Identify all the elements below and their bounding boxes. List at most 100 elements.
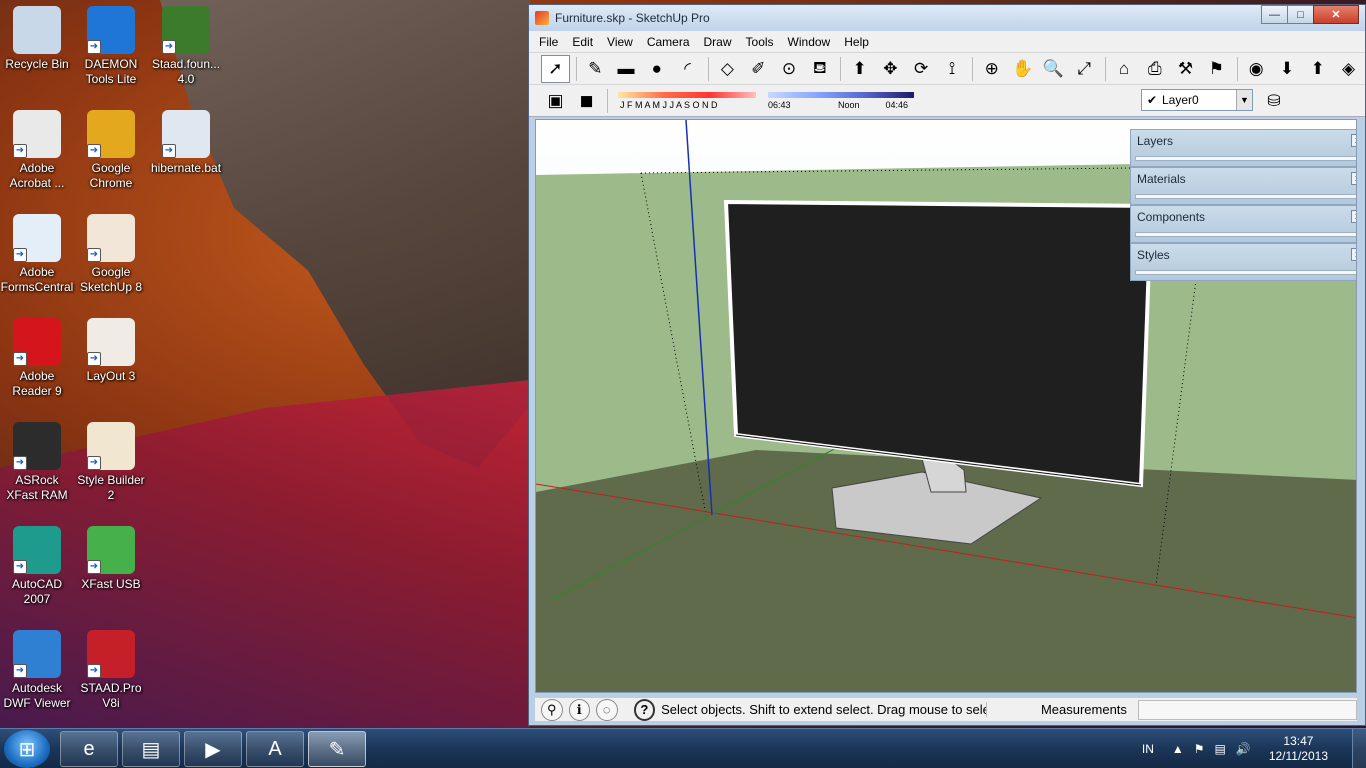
- close-button[interactable]: ✕: [1313, 5, 1359, 24]
- close-icon[interactable]: x: [1351, 172, 1356, 185]
- start-button[interactable]: ⊞: [4, 730, 50, 768]
- monitor-screen: [723, 199, 1154, 488]
- help-icon[interactable]: ?: [633, 698, 656, 721]
- shortcut-arrow-icon: ➜: [87, 560, 101, 574]
- language-indicator[interactable]: IN: [1142, 742, 1154, 756]
- menu-tools[interactable]: Tools: [740, 35, 782, 49]
- desktop-icon[interactable]: ➜ LayOut 3: [74, 312, 148, 412]
- menu-camera[interactable]: Camera: [641, 35, 698, 49]
- login-icon[interactable]: ◌: [596, 698, 618, 721]
- share-model-icon[interactable]: ⎙: [1140, 55, 1169, 83]
- credits-icon[interactable]: ℹ: [568, 698, 591, 721]
- autocad-taskbar-icon[interactable]: A: [246, 731, 304, 767]
- network-icon[interactable]: ▤: [1215, 742, 1226, 756]
- check-icon: ✔: [1146, 93, 1158, 107]
- shadow-month-slider[interactable]: J F M A M J J A S O N D: [618, 89, 756, 113]
- minimize-button[interactable]: —: [1261, 5, 1288, 24]
- menu-file[interactable]: File: [533, 35, 566, 49]
- tape-measure-icon[interactable]: ⊙: [775, 55, 804, 83]
- push-pull-icon[interactable]: ⬆: [845, 55, 874, 83]
- desktop-icon[interactable]: ➜ Google Chrome: [74, 104, 148, 204]
- select-arrow-icon[interactable]: ➚: [541, 54, 570, 83]
- desktop-icon[interactable]: ➜ Autodesk DWF Viewer: [0, 624, 74, 724]
- share-component-icon[interactable]: ⬆: [1303, 55, 1332, 83]
- tray-layers[interactable]: Layers x: [1130, 129, 1356, 167]
- desktop-icon[interactable]: ➜ Adobe FormsCentral: [0, 208, 74, 308]
- desktop-icon-label: ASRock XFast RAM: [6, 473, 68, 502]
- menu-window[interactable]: Window: [782, 35, 839, 49]
- pencil-icon[interactable]: ✎: [581, 55, 610, 83]
- follow-me-icon[interactable]: ⟟: [938, 55, 967, 83]
- orbit-icon[interactable]: ⊕: [977, 55, 1006, 83]
- media-player-icon[interactable]: ▶: [184, 731, 242, 767]
- desktop-icon[interactable]: ➜ ASRock XFast RAM: [0, 416, 74, 516]
- place-model-icon[interactable]: ⚑: [1202, 55, 1231, 83]
- desktop-icon[interactable]: ➜ STAAD.Pro V8i: [74, 624, 148, 724]
- clock[interactable]: 13:47 12/11/2013: [1269, 734, 1328, 764]
- circle-icon[interactable]: ●: [642, 55, 671, 83]
- model-viewport[interactable]: Layers x Materials x Components x Styles…: [535, 119, 1357, 693]
- geo-location-icon[interactable]: ⚲: [541, 698, 563, 721]
- layer-select[interactable]: ✔ Layer0 ▼: [1141, 89, 1253, 111]
- maximize-button[interactable]: □: [1287, 5, 1314, 24]
- rotate-icon[interactable]: ⟳: [907, 55, 936, 83]
- chevron-down-icon[interactable]: ▼: [1236, 90, 1252, 110]
- zoom-icon[interactable]: 🔍: [1039, 55, 1068, 83]
- show-desktop-button[interactable]: [1352, 729, 1366, 768]
- show-hidden-icons-icon[interactable]: ▲: [1172, 742, 1184, 756]
- sketchup-taskbar-icon[interactable]: ✎: [308, 731, 366, 767]
- close-icon[interactable]: x: [1351, 210, 1356, 223]
- component-warehouse-icon[interactable]: ⚒: [1171, 55, 1200, 83]
- eraser-icon[interactable]: ✐: [744, 55, 773, 83]
- close-icon[interactable]: x: [1351, 134, 1356, 147]
- desktop-icon[interactable]: ➜ Staad.foun... 4.0: [149, 0, 223, 100]
- tray-components[interactable]: Components x: [1130, 205, 1356, 243]
- shadow-time-slider[interactable]: 06:43 Noon 04:46: [768, 89, 914, 113]
- desktop-icon[interactable]: Recycle Bin: [0, 0, 74, 100]
- desktop-icon-label: Autodesk DWF Viewer: [3, 681, 71, 710]
- rectangle-icon[interactable]: ▬: [612, 55, 641, 83]
- desktop-icon-label: Recycle Bin: [5, 57, 69, 71]
- paint-bucket-icon[interactable]: ⛾: [805, 55, 834, 83]
- title-bar[interactable]: Furniture.skp - SketchUp Pro — □ ✕: [529, 5, 1365, 31]
- gear-file-icon: ➜: [162, 110, 210, 158]
- action-center-icon[interactable]: ⚑: [1194, 742, 1205, 756]
- tray-panels: Layers x Materials x Components x Styles…: [1130, 129, 1356, 281]
- layer-manager-icon[interactable]: ⛁: [1259, 88, 1289, 114]
- zoom-extents-icon[interactable]: ⤢: [1070, 55, 1099, 83]
- tray-materials[interactable]: Materials x: [1130, 167, 1356, 205]
- desktop-icon[interactable]: ➜ hibernate.bat: [149, 104, 223, 204]
- layout-icon: ➜: [87, 318, 135, 366]
- warehouse-icon[interactable]: ⌂: [1110, 55, 1139, 83]
- desktop-icon[interactable]: ➜ Adobe Reader 9: [0, 312, 74, 412]
- desktop-icon[interactable]: ➜ Style Builder 2: [74, 416, 148, 516]
- get-models-icon[interactable]: ⬇: [1273, 55, 1302, 83]
- desktop-icon[interactable]: ➜ Google SketchUp 8: [74, 208, 148, 308]
- close-icon[interactable]: x: [1351, 248, 1356, 261]
- extension-icon[interactable]: ◈: [1334, 55, 1363, 83]
- arc-icon[interactable]: ◜: [673, 55, 702, 83]
- tray-styles-label: Styles: [1137, 248, 1170, 262]
- menu-edit[interactable]: Edit: [566, 35, 601, 49]
- shadow-time-end: 04:46: [885, 99, 908, 110]
- measurements-input[interactable]: [1138, 699, 1358, 720]
- pan-icon[interactable]: ✋: [1008, 55, 1037, 83]
- desktop-icon[interactable]: ➜ DAEMON Tools Lite: [74, 0, 148, 100]
- move-icon[interactable]: ✥: [876, 55, 905, 83]
- menu-help[interactable]: Help: [838, 35, 877, 49]
- menu-draw[interactable]: Draw: [698, 35, 740, 49]
- shadow-time-start: 06:43: [768, 99, 791, 110]
- volume-icon[interactable]: 🔊: [1236, 742, 1251, 756]
- file-explorer-icon[interactable]: ▤: [122, 731, 180, 767]
- shortcut-arrow-icon: ➜: [87, 456, 101, 470]
- desktop-icon[interactable]: ➜ AutoCAD 2007: [0, 520, 74, 620]
- menu-view[interactable]: View: [601, 35, 641, 49]
- internet-explorer-icon[interactable]: e: [60, 731, 118, 767]
- google-earth-icon[interactable]: ◉: [1242, 55, 1271, 83]
- display-shadows-icon[interactable]: ◼: [572, 87, 601, 115]
- make-component-icon[interactable]: ◇: [713, 55, 742, 83]
- tray-styles[interactable]: Styles x: [1130, 243, 1356, 281]
- shadow-settings-icon[interactable]: ▣: [541, 87, 570, 115]
- desktop-icon[interactable]: ➜ XFast USB: [74, 520, 148, 620]
- desktop-icon[interactable]: ➜ Adobe Acrobat ...: [0, 104, 74, 204]
